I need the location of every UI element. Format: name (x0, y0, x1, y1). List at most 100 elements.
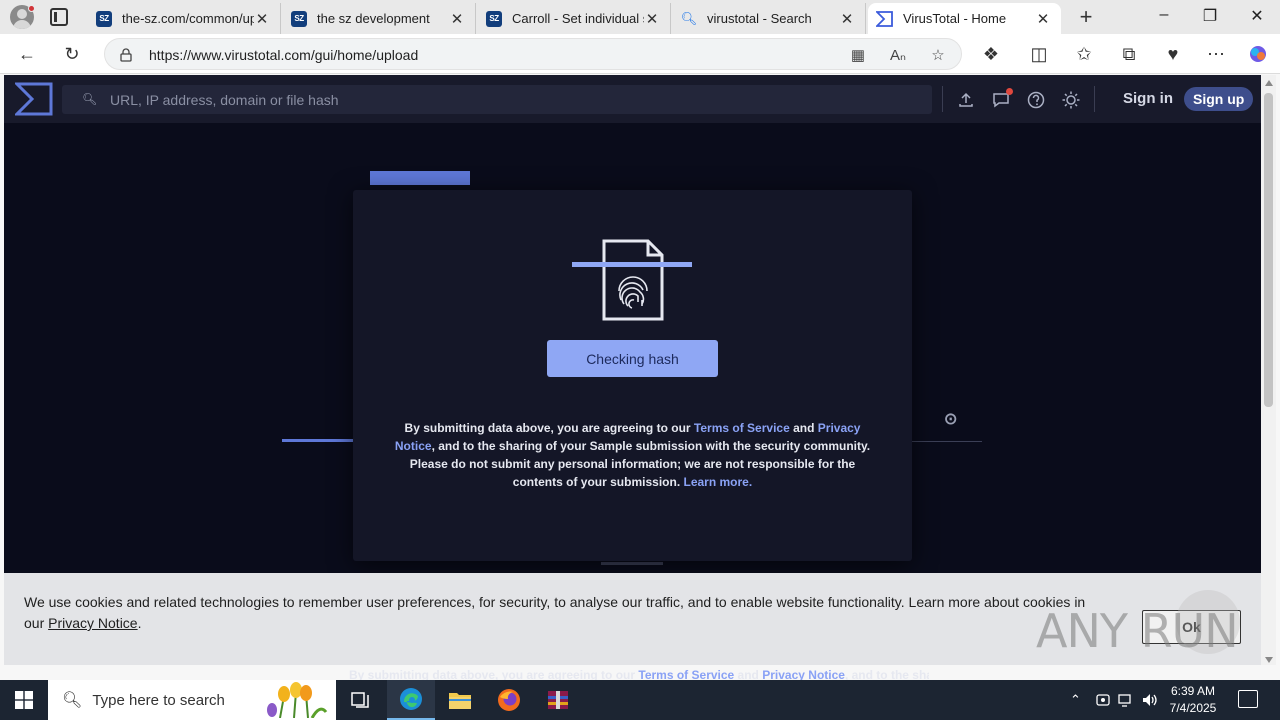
legal-text: and (734, 668, 763, 680)
tab-virustotal-search[interactable]: 🔍︎ virustotal - Search ✕ (673, 3, 866, 34)
browser-toolbar: ← ↻ https://www.virustotal.com/gui/home/… (0, 34, 1280, 74)
vt-search-box: 🔍︎ (62, 85, 932, 114)
lock-icon[interactable] (115, 44, 137, 66)
windows-logo-icon (15, 691, 33, 709)
close-icon[interactable]: ✕ (644, 10, 660, 28)
split-screen-icon[interactable]: ◫ (1027, 42, 1051, 66)
window-close-icon[interactable]: ✕ (1245, 6, 1269, 26)
tab-carroll[interactable]: SZ Carroll - Set individual sc ✕ (478, 3, 671, 34)
sz-icon: SZ (291, 10, 307, 27)
notification-dot (1006, 88, 1013, 95)
windows-taskbar: 🔍︎ Type here to search ⌃ 6:39 AM 7/4/202… (0, 680, 1280, 720)
favorite-star-icon[interactable]: ☆ (927, 44, 949, 66)
drag-handle-icon: ⊙ (944, 411, 958, 428)
legal-text-strong: sharing of your (912, 668, 929, 680)
taskbar-search-box[interactable]: 🔍︎ Type here to search (48, 680, 336, 720)
sz-icon: SZ (96, 10, 112, 27)
file-fingerprint-icon (572, 239, 692, 321)
checking-hash-status: Checking hash (547, 340, 718, 377)
legal-text: By submitting data above, you are agreei… (349, 668, 639, 680)
refresh-icon[interactable]: ↻ (60, 42, 84, 66)
network-icon[interactable] (1118, 680, 1134, 720)
background-legal-peek: By submitting data above, you are agreei… (349, 666, 929, 680)
legal-text: Please do not submit any personal inform… (409, 457, 856, 489)
app-available-icon[interactable]: ▦ (847, 44, 869, 66)
upload-icon[interactable] (955, 89, 977, 111)
tab-the-sz-upload[interactable]: SZ the-sz.com/common/upl ✕ (88, 3, 281, 34)
close-icon[interactable]: ✕ (449, 10, 465, 28)
edge-taskbar-icon[interactable] (387, 680, 435, 720)
background-bar (601, 562, 663, 565)
upload-modal: Checking hash By submitting data above, … (353, 190, 912, 561)
copilot-icon[interactable] (1246, 42, 1270, 66)
sz-icon: SZ (486, 10, 502, 27)
favorites-icon[interactable]: ✩ (1072, 42, 1096, 66)
page-scrollbar[interactable] (1261, 75, 1276, 665)
header-divider (1094, 86, 1095, 112)
tray-overflow-icon[interactable]: ⌃ (1070, 680, 1081, 720)
search-icon: 🔍︎ (82, 92, 98, 106)
close-icon[interactable]: ✕ (1035, 10, 1051, 28)
profile-notification-dot (28, 5, 35, 12)
sign-up-button[interactable]: Sign up (1184, 87, 1254, 111)
notification-center-icon[interactable] (1238, 690, 1258, 708)
scroll-up-arrow-icon[interactable] (1265, 80, 1273, 86)
virustotal-logo[interactable] (15, 82, 53, 116)
tab-virustotal-home[interactable]: VirusTotal - Home ✕ (868, 3, 1061, 34)
search-icon: 🔍︎ (680, 10, 698, 26)
back-arrow-icon[interactable]: ← (15, 42, 39, 66)
scroll-down-arrow-icon[interactable] (1265, 657, 1273, 663)
tab-actions-icon[interactable] (50, 8, 68, 26)
cookie-period: . (137, 615, 142, 631)
header-divider (942, 86, 943, 112)
url-text[interactable]: https://www.virustotal.com/gui/home/uplo… (149, 47, 418, 63)
help-icon[interactable] (1025, 89, 1047, 111)
tab-the-sz-development[interactable]: SZ the sz development ✕ (283, 3, 476, 34)
cookie-message: We use cookies and related technologies … (24, 594, 1086, 631)
clock-date: 7/4/2025 (1169, 701, 1217, 715)
new-tab-button[interactable]: + (1074, 4, 1098, 30)
tab-title: the sz development (317, 11, 430, 26)
search-icon: 🔍︎ (62, 692, 83, 709)
background-divider (904, 441, 982, 442)
learn-more-link[interactable]: Learn more. (683, 475, 752, 489)
cookie-text: We use cookies and related technologies … (24, 592, 1109, 634)
terms-of-service-link[interactable]: Terms of Service (638, 668, 734, 680)
privacy-notice-link[interactable]: Privacy Notice (762, 668, 845, 680)
legal-text: , and to the (844, 668, 913, 680)
system-clock[interactable]: 6:39 AM 7/4/2025 (1163, 683, 1223, 717)
read-aloud-icon[interactable]: Aₙ (887, 44, 909, 66)
firefox-icon[interactable] (485, 680, 533, 720)
tab-title: Carroll - Set individual sc (512, 11, 644, 26)
scrollbar-thumb[interactable] (1264, 93, 1273, 407)
task-view-icon[interactable] (336, 680, 384, 720)
tab-title: virustotal - Search (707, 11, 812, 26)
browser-tab-strip: SZ the-sz.com/common/upl ✕ SZ the sz dev… (0, 0, 1280, 34)
close-icon[interactable]: ✕ (839, 10, 855, 28)
meet-now-icon[interactable] (1095, 680, 1111, 720)
minimize-icon[interactable]: – (1152, 6, 1176, 24)
restore-icon[interactable]: ❐ (1198, 6, 1222, 26)
submission-legal-notice: By submitting data above, you are agreei… (393, 419, 872, 491)
winrar-icon[interactable] (534, 680, 582, 720)
sign-in-link[interactable]: Sign in (1123, 90, 1173, 107)
terms-of-service-link[interactable]: Terms of Service (694, 421, 790, 435)
volume-icon[interactable] (1141, 680, 1159, 720)
close-icon[interactable]: ✕ (254, 10, 270, 28)
browser-essentials-icon[interactable]: ♥ (1161, 42, 1185, 66)
legal-text: , and to the (431, 439, 499, 453)
legal-text: By submitting data above, you are agreei… (404, 421, 694, 435)
more-menu-icon[interactable]: ⋯ (1204, 42, 1228, 66)
tab-title: VirusTotal - Home (903, 11, 1007, 26)
address-bar[interactable]: https://www.virustotal.com/gui/home/uplo… (104, 38, 962, 70)
legal-text-strong: sharing of your Sample submission with t… (498, 439, 871, 453)
collections-icon[interactable]: ⧉ (1117, 42, 1141, 66)
vt-search-input[interactable] (110, 85, 910, 114)
taskbar-search-placeholder: Type here to search (92, 691, 225, 709)
clock-time: 6:39 AM (1170, 684, 1216, 698)
file-explorer-icon[interactable] (436, 680, 484, 720)
extensions-icon[interactable]: ❖ (979, 42, 1003, 66)
theme-sun-icon[interactable] (1060, 89, 1082, 111)
cookie-privacy-notice-link[interactable]: Privacy Notice (48, 615, 137, 631)
start-button[interactable] (0, 680, 48, 720)
